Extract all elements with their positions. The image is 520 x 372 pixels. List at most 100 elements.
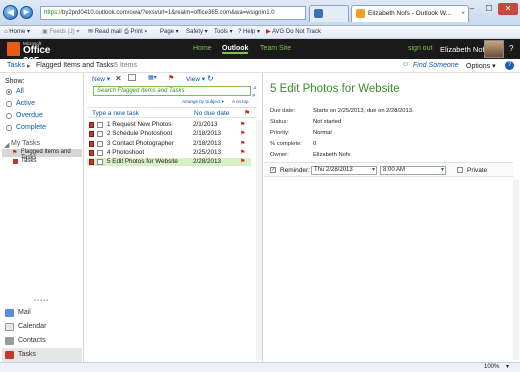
nav-outlook[interactable]: Outlook — [222, 45, 249, 54]
maximize-icon: ☐ — [485, 4, 493, 13]
filter-complete-radio[interactable] — [6, 125, 12, 131]
options-menu[interactable]: Options ▾ — [466, 62, 496, 70]
safety-menu[interactable]: Safety ▾ — [186, 26, 208, 39]
private-checkbox[interactable] — [457, 167, 463, 173]
reminder-time-select[interactable]: 8:00 AM — [380, 166, 446, 175]
feeds-button[interactable]: ▣ Feeds (J) ▾ — [42, 26, 79, 39]
tab-outlook[interactable]: Elizabeth Nofs - Outlook W... × — [351, 5, 469, 22]
flag-icon[interactable]: ⚑ — [240, 149, 245, 157]
complete-checkbox[interactable] — [97, 140, 103, 147]
office-logo-icon — [7, 42, 20, 56]
folder-tasks[interactable]: Tasks — [2, 158, 82, 166]
task-due-date: 2/18/2013 — [193, 130, 222, 138]
reminder-checkbox[interactable]: ✓ — [270, 167, 276, 173]
categories-icon[interactable]: ▦▾ — [148, 74, 157, 81]
folder-flagged[interactable]: ⚑ Flagged Items and Tasks — [2, 149, 82, 161]
flag-icon[interactable]: ⚑ — [240, 158, 245, 166]
flag-icon[interactable]: ⚑ — [240, 121, 245, 129]
arrange-by-menu[interactable]: Arrange by Subject ▾ — [182, 99, 224, 105]
page-menu[interactable]: Page ▾ — [160, 26, 179, 39]
task-folder-icon — [13, 159, 18, 164]
help-icon[interactable]: ? — [505, 61, 514, 70]
table-row[interactable]: 4 Photoshoot 2/25/2013 ⚑ — [87, 149, 251, 157]
table-row[interactable]: 1 Request New Photos 2/1/2013 ⚑ — [87, 121, 251, 129]
complete-checkbox[interactable] — [97, 159, 103, 166]
do-not-track-button[interactable]: ▶ AVG Do Not Track — [266, 26, 321, 39]
pane-splitter-dots[interactable]: • • • • • — [34, 298, 48, 304]
delete-icon[interactable]: ✕ — [115, 74, 122, 83]
mail-icon — [5, 309, 14, 317]
help-icon[interactable]: ? — [509, 44, 513, 53]
filter-active-label[interactable]: Active — [16, 100, 35, 107]
filter-active-radio[interactable] — [6, 101, 12, 107]
complete-checkbox[interactable] — [97, 149, 103, 156]
nav-calendar[interactable]: Calendar — [2, 320, 82, 334]
my-tasks-header[interactable]: My Tasks — [11, 140, 40, 147]
complete-checkbox[interactable] — [97, 122, 103, 128]
minimize-button[interactable]: – — [464, 3, 480, 15]
list-scrollbar[interactable] — [256, 120, 262, 360]
forward-button[interactable]: ▶ — [20, 6, 33, 19]
home-button[interactable]: ⌂ Home ▾ — [4, 26, 30, 39]
filter-overdue-radio[interactable] — [6, 113, 12, 119]
expand-search-icon[interactable]: » — [252, 93, 255, 99]
reminder-time-value: 8:00 AM — [383, 167, 406, 173]
read-mail-button[interactable]: ✉ Read mail — [88, 26, 122, 39]
table-row[interactable]: 2 Schedule Photoshoot 2/18/2013 ⚑ — [87, 130, 251, 138]
tools-menu[interactable]: Tools ▾ — [214, 26, 233, 39]
do-not-track-label: AVG Do Not Track — [271, 29, 321, 35]
task-due-date: 2/25/2013 — [193, 148, 222, 156]
filter-all-label[interactable]: All — [16, 88, 24, 95]
nav-tasks[interactable]: Tasks — [2, 348, 82, 362]
sort-order-menu[interactable]: A on top — [232, 99, 249, 104]
move-icon[interactable] — [128, 74, 136, 81]
close-button[interactable]: ✕ — [498, 3, 518, 15]
view-label: View — [186, 76, 200, 83]
owner-label: Owner: — [270, 152, 289, 158]
nav-team-site[interactable]: Team Site — [260, 45, 291, 52]
flag-icon[interactable]: ⚑ — [240, 140, 245, 148]
address-bar[interactable]: https://by2prd0410.outlook.com/owa/?exsv… — [40, 6, 306, 20]
zoom-dropdown-icon[interactable]: ▾ — [506, 363, 509, 372]
sign-out-link[interactable]: sign out — [408, 45, 433, 52]
nav-home[interactable]: Home — [193, 45, 212, 52]
breadcrumb-root[interactable]: Tasks — [7, 62, 25, 69]
back-button[interactable]: ◀ — [3, 5, 18, 20]
due-date-label: Due date: — [270, 108, 296, 114]
tab-blank[interactable] — [309, 5, 349, 22]
office365-logo[interactable]: Microsoft Office 365 — [7, 41, 67, 67]
complete-checkbox[interactable] — [97, 131, 103, 138]
nav-mail[interactable]: Mail — [2, 306, 82, 320]
expand-icon[interactable]: ◢ — [4, 141, 9, 149]
filter-all-radio[interactable] — [6, 89, 12, 95]
reminder-date-select[interactable]: Thu 2/28/2013 — [311, 166, 377, 175]
refresh-icon[interactable]: ↻ — [207, 74, 214, 83]
zoom-level[interactable]: 100% — [484, 363, 499, 372]
due-date-column-header[interactable]: No due date — [194, 110, 229, 117]
avatar[interactable] — [484, 40, 504, 58]
flag-icon[interactable]: ⚑ — [240, 130, 245, 138]
detail-scrollbar[interactable] — [513, 180, 519, 360]
task-name: 1 Request New Photos — [107, 121, 172, 128]
search-icon[interactable]: ⌕ — [253, 85, 257, 93]
maximize-button[interactable]: ☐ — [481, 3, 497, 15]
print-button[interactable]: ⎙ Print ▾ — [124, 26, 147, 39]
flag-action-icon[interactable]: ⚑ — [168, 74, 174, 82]
filter-overdue-label[interactable]: Overdue — [16, 112, 43, 119]
help-menu[interactable]: ? Help ▾ — [238, 26, 260, 39]
find-someone-link[interactable]: Find Someone — [413, 62, 459, 69]
filter-complete-label[interactable]: Complete — [16, 124, 46, 131]
new-button[interactable]: New ▾ — [92, 75, 110, 83]
table-row[interactable]: 3 Contact Photographer 2/18/2013 ⚑ — [87, 140, 251, 148]
type-new-task-input[interactable]: Type a new task — [92, 110, 139, 117]
view-menu[interactable]: View ▾ — [186, 75, 205, 83]
table-row[interactable]: 5 Edit Photos for Website 2/28/2013 ⚑ — [87, 158, 251, 167]
search-input[interactable]: Search Flagged Items and Tasks — [93, 86, 251, 96]
list-header: Type a new task No due date ⚑ — [87, 107, 257, 118]
calendar-icon — [5, 323, 14, 331]
reminder-date-value: Thu 2/28/2013 — [314, 167, 353, 173]
user-name[interactable]: Elizabeth Nofs — [440, 45, 488, 54]
nav-contacts[interactable]: Contacts — [2, 334, 82, 348]
print-label: Print — [130, 29, 143, 35]
close-icon: ✕ — [504, 4, 512, 13]
